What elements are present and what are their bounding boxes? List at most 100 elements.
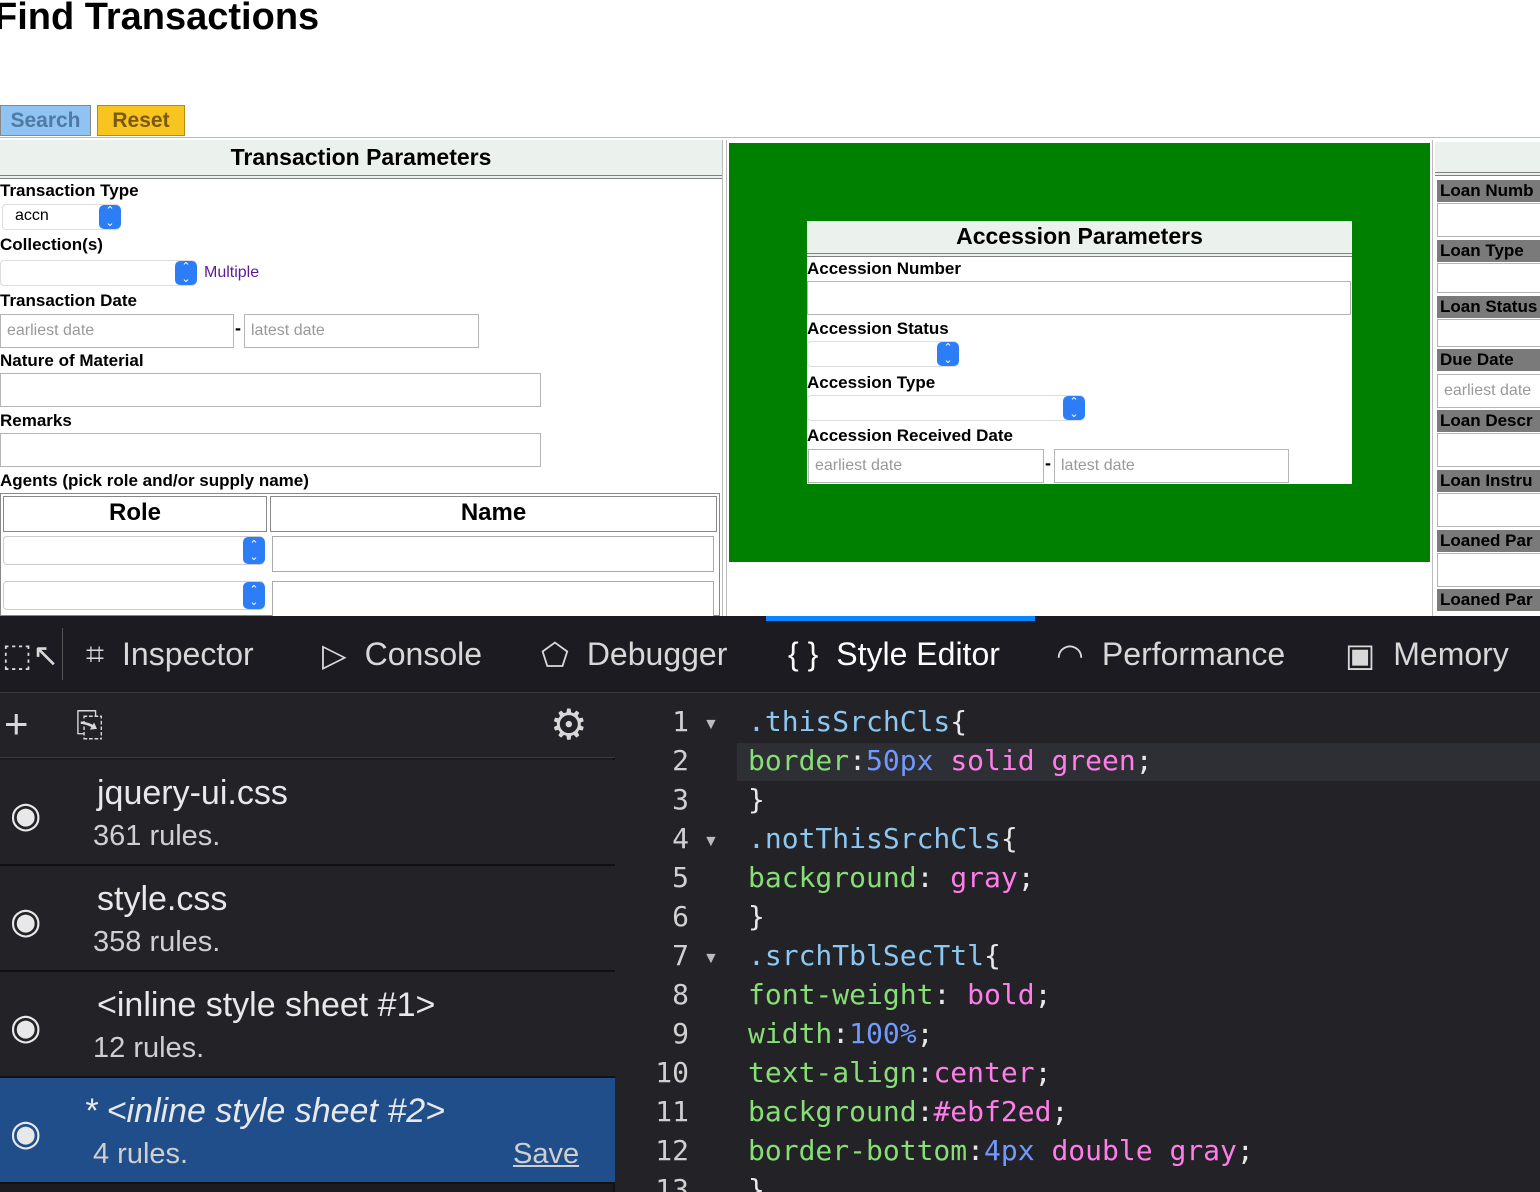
tab-style-editor[interactable]: { } Style Editor: [788, 616, 1000, 693]
memory-icon: ▣: [1345, 636, 1376, 673]
transaction-type-select[interactable]: accn ⌃ ⌄: [2, 204, 121, 230]
stylesheet-item[interactable]: ◉ <inline style sheet #1> 12 rules.: [0, 972, 615, 1078]
agents-label: Agents (pick role and/or supply name): [0, 471, 309, 490]
accession-earliest-date-input[interactable]: earliest date: [808, 449, 1044, 483]
eye-icon[interactable]: ◉: [10, 1006, 41, 1048]
fold-arrow-icon[interactable]: ▼: [703, 833, 719, 851]
tab-console[interactable]: ▷ Console: [322, 616, 482, 693]
tab-separator: [62, 628, 63, 680]
transaction-section-title: Transaction Parameters: [0, 140, 722, 179]
remarks-input[interactable]: [0, 433, 541, 467]
element-picker-button[interactable]: ⬚↖: [2, 616, 77, 693]
line-number: 2: [672, 744, 689, 777]
stylesheet-item-selected[interactable]: ◉ * <inline style sheet #2> 4 rules. Sav…: [0, 1078, 615, 1184]
stylesheet-name: * <inline style sheet #2>: [84, 1092, 446, 1130]
role-header: Role: [3, 496, 267, 532]
stylesheet-name: jquery-ui.css: [97, 774, 288, 812]
loan-number-input[interactable]: [1437, 203, 1540, 237]
eye-icon[interactable]: ◉: [10, 1112, 41, 1154]
devtools-tabbar: ⬚↖ ⌗ Inspector ▷ Console ⬠ Debugger { } Styl…: [0, 616, 1540, 693]
fold-arrow-icon[interactable]: ▼: [703, 950, 719, 968]
css-number: 50px: [866, 744, 934, 777]
save-button[interactable]: Save: [513, 1138, 579, 1171]
css-selector: .srchTblSecTtl: [748, 939, 985, 972]
css-number: 4px: [984, 1134, 1035, 1167]
reset-button[interactable]: Reset: [97, 105, 185, 136]
tab-label: Inspector: [122, 636, 254, 672]
fold-arrow-icon[interactable]: ▼: [703, 716, 719, 734]
collections-select[interactable]: ⌃ ⌄: [0, 260, 197, 286]
loaned-parts-input[interactable]: [1437, 553, 1540, 587]
agent-name-input-1[interactable]: [272, 536, 714, 572]
css-value: center: [933, 1056, 1035, 1089]
stylesheet-item[interactable]: ◉ style.css 358 rules.: [0, 866, 615, 972]
loan-type-label: Loan Type: [1437, 240, 1540, 262]
eye-icon[interactable]: ◉: [10, 900, 41, 942]
remarks-label: Remarks: [0, 411, 72, 430]
accession-received-date-label: Accession Received Date: [807, 426, 1013, 445]
accession-number-label: Accession Number: [807, 259, 961, 278]
accession-latest-date-input[interactable]: latest date: [1054, 449, 1289, 483]
nature-of-material-input[interactable]: [0, 373, 541, 407]
stylesheet-item[interactable]: ◉ jquery-ui.css 361 rules.: [0, 760, 615, 866]
transaction-date-label: Transaction Date: [0, 291, 137, 310]
accession-type-select[interactable]: ⌃ ⌄: [807, 395, 1085, 421]
loan-number-label: Loan Numb: [1437, 180, 1540, 202]
accession-section-title: Accession Parameters: [807, 221, 1352, 257]
nature-of-material-label: Nature of Material: [0, 351, 144, 370]
eye-icon[interactable]: ◉: [10, 794, 41, 836]
loan-description-input[interactable]: [1437, 433, 1540, 467]
stylesheet-list-pane: + ⎘ ⚙ ◉ jquery-ui.css 361 rules. ◉ style…: [0, 694, 615, 1192]
loan-status-label: Loan Status: [1437, 296, 1540, 318]
css-value: double gray: [1051, 1134, 1237, 1167]
css-brace: {: [950, 705, 968, 738]
select-arrow-icon: ⌃ ⌄: [243, 582, 265, 609]
css-value: bold: [967, 978, 1035, 1011]
agent-name-input-2[interactable]: [272, 581, 714, 616]
tab-label: Memory: [1393, 636, 1509, 672]
transaction-earliest-date-input[interactable]: earliest date: [0, 314, 234, 348]
tab-memory[interactable]: ▣ Memory: [1345, 616, 1509, 693]
transaction-latest-date-input[interactable]: latest date: [244, 314, 479, 348]
date-dash: -: [235, 318, 241, 338]
accession-number-input[interactable]: [807, 281, 1351, 315]
select-arrow-icon: ⌃ ⌄: [937, 342, 959, 366]
line-number: 5: [672, 861, 689, 894]
code-line: .thisSrchCls{: [748, 705, 967, 738]
agent-role-select-2[interactable]: ⌃ ⌄: [3, 581, 265, 610]
accession-type-label: Accession Type: [807, 373, 936, 392]
select-arrow-icon: ⌃ ⌄: [99, 205, 121, 229]
agent-role-select-1[interactable]: ⌃ ⌄: [3, 536, 265, 565]
style-editor-toolbar: + ⎘ ⚙: [0, 694, 615, 758]
tab-label: Console: [364, 636, 483, 672]
tab-performance[interactable]: ◠ Performance: [1056, 616, 1285, 693]
tab-debugger[interactable]: ⬠ Debugger: [541, 616, 727, 693]
css-value: #ebf2ed: [933, 1095, 1052, 1128]
css-property: background: [748, 1095, 917, 1128]
tab-inspector[interactable]: ⌗ Inspector: [86, 616, 254, 693]
line-number: 13: [655, 1173, 689, 1192]
divider: [0, 137, 1540, 138]
multiple-link[interactable]: Multiple: [204, 264, 259, 282]
loan-instructions-input[interactable]: [1437, 493, 1540, 527]
css-brace: {: [1000, 822, 1018, 855]
new-stylesheet-icon[interactable]: +: [4, 700, 29, 748]
tab-label: Style Editor: [836, 636, 1000, 672]
loan-type-select[interactable]: [1437, 263, 1540, 293]
settings-gear-icon[interactable]: ⚙: [550, 700, 588, 749]
css-property: border-bottom: [748, 1134, 968, 1167]
element-picker-icon: ⬚↖: [2, 636, 60, 673]
css-number: 100%: [849, 1017, 917, 1050]
line-number: 3: [672, 783, 689, 816]
due-date-input[interactable]: earliest date: [1437, 374, 1540, 408]
code-line: border:50px solid green;: [748, 744, 1153, 777]
css-property: border: [748, 744, 850, 777]
accession-status-select[interactable]: ⌃ ⌄: [807, 341, 959, 367]
search-button[interactable]: Search: [0, 105, 91, 136]
collections-label: Collection(s): [0, 235, 103, 254]
import-stylesheet-icon[interactable]: ⎘: [76, 706, 103, 745]
loan-instructions-label: Loan Instru: [1437, 470, 1540, 492]
loan-status-select[interactable]: [1437, 319, 1540, 347]
line-number: 6: [672, 900, 689, 933]
code-line: }: [748, 1173, 765, 1192]
